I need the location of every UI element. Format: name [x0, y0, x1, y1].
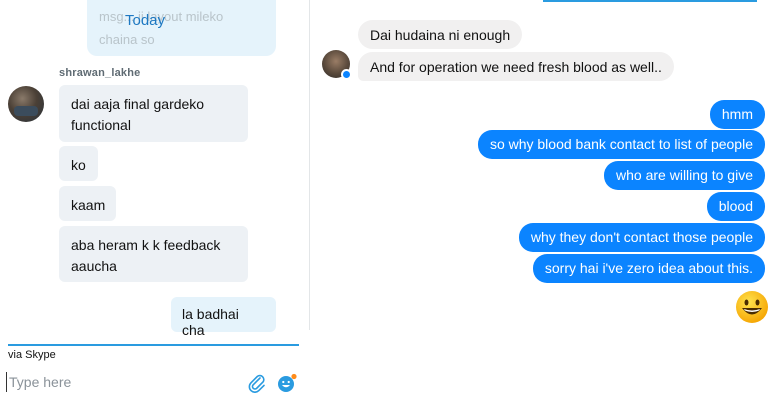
message-input[interactable] [6, 372, 242, 392]
sender-avatar[interactable] [8, 86, 44, 122]
outgoing-message[interactable]: blood [706, 192, 765, 221]
compose-divider [8, 344, 299, 346]
incoming-message[interactable]: kaam [59, 186, 116, 221]
outgoing-message[interactable]: why they don't contact those people [518, 223, 765, 252]
outgoing-message[interactable]: sorry hai i've zero idea about this. [532, 254, 765, 283]
incoming-message[interactable]: Dai hudaina ni enough [358, 20, 523, 49]
incoming-message[interactable]: aba heram k k feedback aaucha [59, 226, 248, 282]
emoticon-icon[interactable] [277, 373, 297, 393]
sender-name: shrawan_lakhe [59, 67, 141, 79]
incoming-message[interactable]: And for operation we need fresh blood as… [358, 52, 674, 81]
skype-chat-pane: msg... ji layout mileko chaina so Today … [0, 0, 309, 414]
messenger-badge-icon [341, 69, 352, 80]
previous-message-line-2: chaina so [99, 32, 155, 47]
grinning-face-icon[interactable] [735, 290, 769, 324]
outgoing-message[interactable]: hmm [709, 100, 765, 129]
via-skype-label: via Skype [8, 349, 56, 361]
outgoing-message[interactable]: la badhai cha [171, 297, 276, 338]
previous-message-edge [543, 0, 757, 2]
outgoing-message[interactable]: who are willing to give [604, 161, 765, 190]
outgoing-message[interactable]: so why blood bank contact to list of peo… [477, 130, 765, 159]
paperclip-icon[interactable] [247, 373, 267, 393]
incoming-message[interactable]: ko [59, 146, 98, 181]
incoming-message[interactable]: dai aaja final gardeko functional [59, 85, 248, 142]
date-divider: Today [124, 12, 166, 29]
